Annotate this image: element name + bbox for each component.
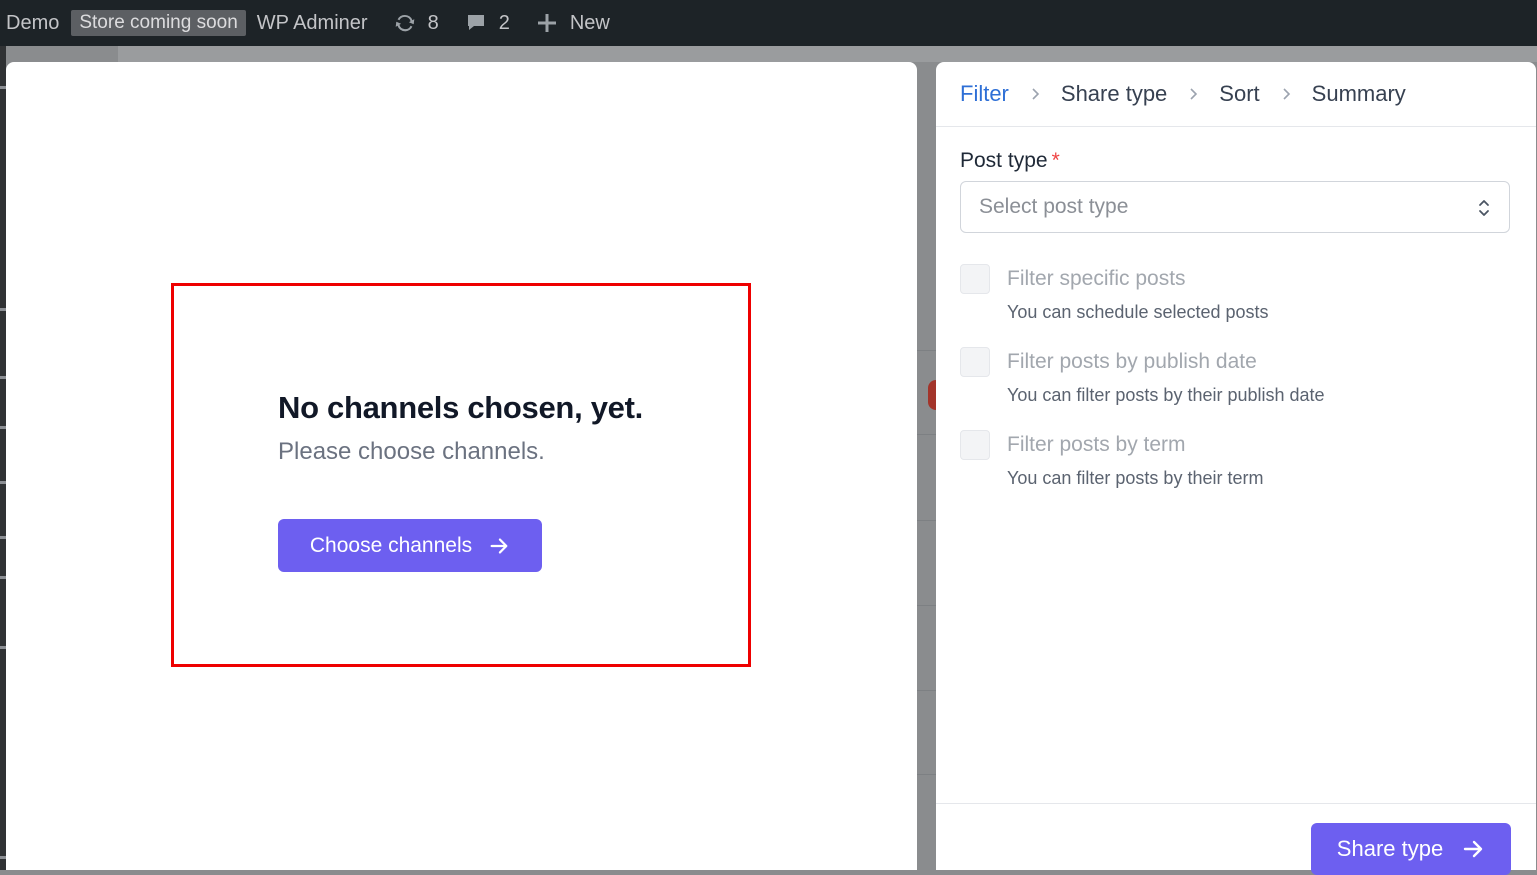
option-description: You can filter posts by their publish da…: [1007, 385, 1325, 405]
option-description: You can schedule selected posts: [1007, 302, 1269, 322]
admin-bar: Demo Store coming soon WP Adminer 8 2 Ne…: [0, 0, 1537, 46]
option-description: You can filter posts by their term: [1007, 468, 1264, 488]
site-name-link[interactable]: Demo: [0, 0, 59, 46]
wizard-steps: Filter Share type Sort Summary: [936, 62, 1536, 127]
next-share-type-button[interactable]: Share type: [1311, 823, 1511, 875]
step-sort[interactable]: Sort: [1219, 81, 1259, 107]
step-summary[interactable]: Summary: [1312, 81, 1406, 107]
channels-panel: [6, 62, 917, 870]
backdrop-table-edge: [917, 62, 936, 870]
backdrop-avatar: [928, 380, 936, 410]
backdrop-content: [118, 46, 1537, 62]
chevron-right-icon: [1027, 86, 1043, 102]
wp-adminer-link[interactable]: WP Adminer: [257, 0, 368, 46]
chevron-up-down-icon: [1479, 200, 1489, 216]
filter-by-publish-date-checkbox[interactable]: [960, 347, 990, 377]
filter-specific-posts-checkbox[interactable]: [960, 264, 990, 294]
post-type-placeholder: Select post type: [979, 195, 1129, 218]
new-content-link[interactable]: New: [534, 0, 610, 46]
filter-by-term-checkbox[interactable]: [960, 430, 990, 460]
option-title: Filter posts by term: [1007, 433, 1186, 456]
updates-icon: [392, 10, 418, 36]
empty-state-title: No channels chosen, yet.: [278, 390, 643, 425]
post-type-label: Post type *: [960, 149, 1060, 173]
new-label: New: [569, 11, 610, 34]
option-title: Filter specific posts: [1007, 267, 1186, 290]
updates-link[interactable]: 8: [392, 0, 439, 46]
post-type-select[interactable]: Select post type: [960, 181, 1510, 233]
next-button-label: Share type: [1336, 836, 1444, 861]
choose-channels-button[interactable]: Choose channels: [278, 519, 542, 572]
arrow-right-icon: [1464, 840, 1483, 858]
step-share-type[interactable]: Share type: [1061, 81, 1167, 107]
plus-icon: [534, 10, 560, 36]
comments-link[interactable]: 2: [463, 0, 510, 46]
option-title: Filter posts by publish date: [1007, 350, 1257, 373]
step-filter[interactable]: Filter: [960, 81, 1009, 107]
chevron-right-icon: [1278, 86, 1294, 102]
required-mark: *: [1051, 149, 1060, 172]
choose-channels-label: Choose channels: [309, 533, 473, 557]
chevron-right-icon: [1185, 86, 1201, 102]
comment-icon: [463, 10, 489, 36]
updates-count: 8: [427, 11, 439, 34]
post-type-label-text: Post type: [960, 149, 1048, 172]
arrow-right-icon: [490, 537, 508, 554]
wizard-footer: Share type: [936, 803, 1536, 875]
comments-count: 2: [498, 11, 510, 34]
empty-state-subtitle: Please choose channels.: [278, 438, 545, 465]
store-status-badge[interactable]: Store coming soon: [71, 10, 246, 36]
schedule-wizard-panel: Filter Share type Sort Summary Post type…: [936, 62, 1536, 875]
